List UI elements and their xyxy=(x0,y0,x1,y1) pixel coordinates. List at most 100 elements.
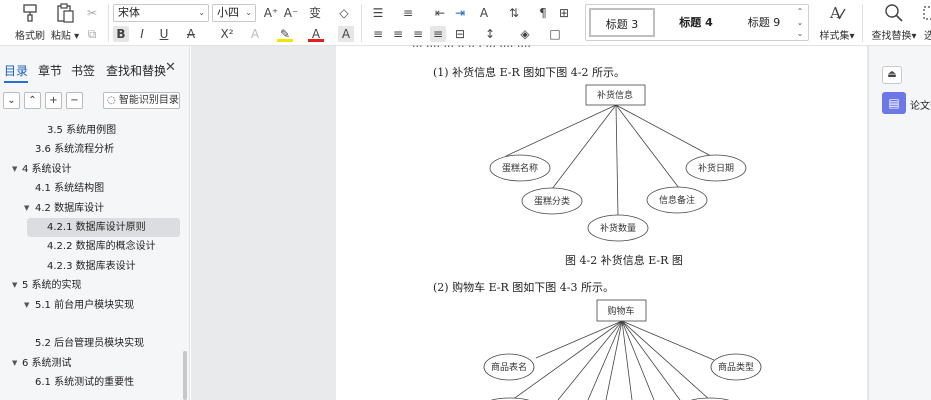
style-heading-3[interactable]: 标题 3 xyxy=(589,8,655,37)
toc-item-label: 4 系统设计 xyxy=(22,164,72,175)
add-item-icon[interactable]: + xyxy=(45,92,62,109)
copy-icon[interactable]: ⧉ xyxy=(84,26,100,42)
text-effect-icon[interactable]: A xyxy=(247,26,263,42)
table-grid-icon[interactable]: ⊞ xyxy=(556,5,572,21)
toc-item-label: 4.2.2 数据库的概念设计 xyxy=(47,241,156,252)
decrease-indent-icon[interactable]: ⇤ xyxy=(432,5,448,21)
phonetic-guide-icon[interactable]: 变 xyxy=(307,5,323,21)
toc-item[interactable]: 4.2.3 数据库表设计 xyxy=(47,257,136,276)
format-painter-button[interactable]: 格式刷 xyxy=(10,2,50,42)
tab-toc[interactable]: 目录 xyxy=(4,62,29,83)
attribute-label: 蛋糕名称 xyxy=(502,162,538,174)
toc-item-label: 4.2 数据库设计 xyxy=(35,203,105,214)
attribute-label: 补货数量 xyxy=(600,222,636,234)
highlight-icon[interactable]: ✎ xyxy=(277,26,293,42)
toc-item[interactable]: ▼ 6 系统测试 xyxy=(12,354,72,373)
expand-triangle-icon[interactable]: ▼ xyxy=(24,296,29,315)
toc-item[interactable]: ▼ 5.1 前台用户模块实现 xyxy=(24,296,134,315)
font-size-value: 小四 xyxy=(217,6,239,19)
remove-item-icon[interactable]: − xyxy=(66,92,83,109)
show-marks-icon[interactable]: ¶ xyxy=(535,5,551,21)
expand-triangle-icon[interactable]: ▼ xyxy=(12,354,17,373)
font-color-icon[interactable]: A xyxy=(308,26,324,42)
paste-button[interactable]: 粘贴 ▾ xyxy=(45,2,85,42)
toc-item[interactable]: 4.2.1 数据库设计原则 xyxy=(27,218,180,237)
attribute-label: 蛋糕分类 xyxy=(534,195,570,207)
style-heading-9[interactable]: 标题 9 xyxy=(732,8,796,37)
nav-toolbar: ⌄ ⌃ + − ◌ 智能识别目录 xyxy=(0,92,190,114)
document-page[interactable]: ··· ···· ··· ·· ·· · ··· ···· ···· (1) 补… xyxy=(336,40,867,400)
attribute-label: 商品表名 xyxy=(491,361,527,373)
collapse-pane-icon[interactable]: ⏏ xyxy=(882,66,902,84)
chevron-down-icon[interactable]: ⌄ xyxy=(794,17,806,28)
align-left-icon[interactable]: ≡ xyxy=(370,26,386,42)
toc-item[interactable]: 3.6 系统流程分析 xyxy=(35,140,114,159)
font-name-value: 宋体 xyxy=(118,6,140,19)
select-button[interactable]: 选 xyxy=(919,2,931,42)
attribute-label: 商品类型 xyxy=(718,361,754,373)
tab-find-replace[interactable]: 查找和替换 xyxy=(106,62,166,79)
style-set-label: 样式集▾ xyxy=(819,31,855,42)
style-heading-4[interactable]: 标题 4 xyxy=(664,8,728,37)
toc-item-label: 6 系统测试 xyxy=(22,358,72,369)
underline-icon[interactable]: U xyxy=(156,26,172,42)
tab-bookmarks[interactable]: 书签 xyxy=(71,62,95,79)
smart-toc-icon: ◌ xyxy=(107,95,116,106)
borders-icon[interactable]: □ xyxy=(547,26,563,42)
shrink-font-icon[interactable]: A⁻ xyxy=(283,5,299,21)
style-set-label-text: 样式集 xyxy=(819,31,850,42)
toc-item[interactable]: ▼ 4.2 数据库设计 xyxy=(24,199,105,218)
paper-check-label[interactable]: 论文查 xyxy=(910,97,931,112)
tab-sections[interactable]: 章节 xyxy=(38,62,62,79)
entity-label: 补货信息 xyxy=(597,89,633,101)
toc-item[interactable]: 4.1 系统结构图 xyxy=(35,179,104,198)
toc-item-label: 5.2 后台管理员模块实现 xyxy=(35,338,145,349)
bullet-list-icon[interactable]: ☰ xyxy=(370,5,386,21)
char-shading-icon[interactable]: A xyxy=(338,26,354,42)
nav-tabs: 目录 章节 书签 查找和替换 ✕ xyxy=(0,46,190,86)
toc-item[interactable]: 5.2 后台管理员模块实现 xyxy=(35,334,144,353)
style-gallery: 标题 3 标题 4 标题 9 ⌃ ⌄ ⌄ xyxy=(585,4,809,41)
font-name-select[interactable]: 宋体 ⌄ xyxy=(113,4,209,22)
paragraph-item-2: (2) 购物车 E-R 图如下图 4-3 所示。 xyxy=(433,281,615,294)
grow-font-icon[interactable]: A⁺ xyxy=(263,5,279,21)
align-center-icon[interactable]: ≡ xyxy=(390,26,406,42)
italic-icon[interactable]: I xyxy=(134,26,150,42)
style-set-button[interactable]: A 样式集▾ xyxy=(815,2,859,42)
superscript-icon[interactable]: X² xyxy=(219,26,235,42)
smart-toc-button[interactable]: ◌ 智能识别目录 xyxy=(103,92,180,109)
style-heading-4-label: 标题 4 xyxy=(679,16,713,29)
search-icon xyxy=(882,2,906,24)
collapse-all-icon[interactable]: ⌄ xyxy=(3,92,20,109)
paper-check-icon[interactable]: ▤ xyxy=(882,92,906,114)
toc-item[interactable]: ▼ 5 系统的实现 xyxy=(12,276,82,295)
toc-item[interactable]: 4.2.2 数据库的概念设计 xyxy=(47,237,156,256)
sort-icon[interactable]: ⇅ xyxy=(506,5,522,21)
numbered-list-icon[interactable]: ≡ xyxy=(400,5,416,21)
bold-icon[interactable]: B xyxy=(113,26,129,42)
expand-triangle-icon[interactable]: ▼ xyxy=(24,199,29,218)
toc-item[interactable]: 6.1 系统测试的重要性 xyxy=(35,373,134,392)
style-heading-3-label: 标题 3 xyxy=(605,18,639,31)
close-icon[interactable]: ✕ xyxy=(165,60,176,75)
style-heading-9-label: 标题 9 xyxy=(747,16,781,29)
smart-toc-label: 智能识别目录 xyxy=(118,95,179,106)
nav-scrollbar[interactable] xyxy=(183,351,187,400)
text-direction-icon[interactable]: A xyxy=(476,5,492,21)
expand-icon[interactable]: ⌃ xyxy=(24,92,41,109)
expand-gallery-icon[interactable]: ⌄ xyxy=(794,28,806,39)
toc-item[interactable]: ▼ 4 系统设计 xyxy=(12,160,72,179)
increase-indent-icon[interactable]: ⇥ xyxy=(452,5,468,21)
toc-item[interactable]: 3.5 系统用例图 xyxy=(47,121,116,140)
paste-icon xyxy=(53,2,77,24)
expand-triangle-icon[interactable]: ▼ xyxy=(12,160,17,179)
format-painter-label: 格式刷 xyxy=(15,31,45,42)
strikethrough-icon[interactable]: A xyxy=(183,26,199,42)
find-replace-button[interactable]: 查找替换▾ xyxy=(871,2,917,42)
clear-format-icon[interactable]: ◇ xyxy=(336,5,352,21)
cut-icon[interactable]: ✂ xyxy=(84,5,100,21)
select-label: 选 xyxy=(924,31,931,42)
expand-triangle-icon[interactable]: ▼ xyxy=(12,276,17,295)
font-size-select[interactable]: 小四 ⌄ xyxy=(212,4,256,22)
chevron-up-icon[interactable]: ⌃ xyxy=(794,6,806,17)
